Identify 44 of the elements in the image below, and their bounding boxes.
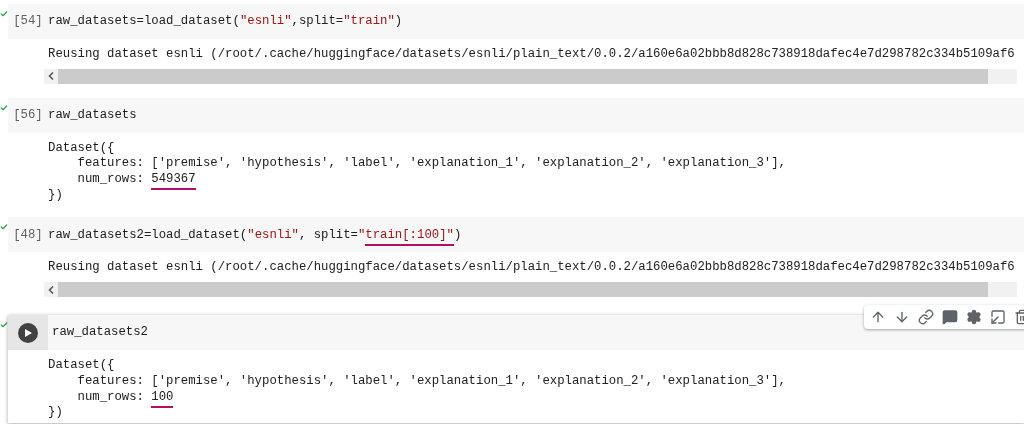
code-text: , split= xyxy=(298,227,358,244)
run-status-icon xyxy=(0,223,8,232)
code-text: "esnli" xyxy=(239,14,292,31)
code-text: ) xyxy=(394,14,403,31)
code-text: raw_datasets xyxy=(48,107,137,124)
run-status-icon xyxy=(0,321,8,330)
mirror-cell-icon[interactable] xyxy=(990,309,1006,326)
output-text: features: ['premise', 'hypothesis', 'label', 'explanation_1', 'explanation_2', 'explanation_3'], xyxy=(76,156,786,171)
output-text: num_rows: xyxy=(76,172,145,187)
execution-count: [48] xyxy=(13,226,43,244)
settings-icon[interactable] xyxy=(966,309,982,326)
execution-count: [54] xyxy=(13,13,43,31)
code-text: ,split= xyxy=(291,14,344,31)
output-text: Reusing dataset esnli (/root/.cache/huggingface/datasets/esnli/plain_text/0.0.2/a160e6a02bbb8d828c738918dafec4e7d298782c334b5109af6 xyxy=(48,260,1015,275)
scroll-left-icon[interactable] xyxy=(48,285,54,294)
code-text: "esnli" xyxy=(247,227,299,244)
code-text: " xyxy=(357,227,366,244)
code-text: raw_datasets2=load_dataset( xyxy=(48,227,248,244)
underlined-output-text: 549367 xyxy=(151,172,196,191)
notebook-cell[interactable]: [48] raw_datasets2=load_dataset("esnli", split="train[:100]") Reusing dataset esnli (/root/.cache/huggingface/datasets/esnli/plain_text/0.0.2/a160e6a02bbb8d828c738918dafec4e7d298782c334b5109af6 xyxy=(8,217,1024,306)
link-icon[interactable] xyxy=(918,309,934,326)
run-cell-button[interactable] xyxy=(18,322,38,343)
play-icon xyxy=(24,328,32,337)
notebook-cell[interactable]: [56] raw_datasets Dataset({ features: ['premise', 'hypothesis', 'label', 'explanation_1', 'explanation_2', 'explanation_3'], num_rows: 549367 }) xyxy=(8,97,1024,212)
comment-icon[interactable] xyxy=(942,309,958,326)
output-text: }) xyxy=(48,405,63,420)
output-text: }) xyxy=(48,187,63,202)
code-text: ) xyxy=(453,227,462,244)
notebook-cell[interactable]: raw_datasets2 Dataset({ features: ['premise', 'hypothesis', 'label', 'explanation_1', 'explanation_2', 'explanation_3'], num_rows: 100 }) xyxy=(8,315,1024,423)
underlined-code-text: train[:100]" xyxy=(365,227,454,246)
output-text: Dataset({ xyxy=(48,140,115,155)
scroll-left-icon[interactable] xyxy=(48,72,54,81)
code-text: raw_datasets2 xyxy=(52,325,148,342)
run-status-icon xyxy=(0,10,8,18)
notebook-cell[interactable]: [54] raw_datasets=load_dataset("esnli",split="train") Reusing dataset esnli (/root/.cache/huggingface/datasets/esnli/plain_text/0.0.2/a160e6a02bbb8d828c738918dafec4e7d298782c334b5109af6 xyxy=(8,4,1024,92)
output-text: Reusing dataset esnli (/root/.cache/huggingface/datasets/esnli/plain_text/0.0.2/a160e6a02bbb8d828c738918dafec4e7d298782c334b5109af6 xyxy=(48,47,1015,61)
run-status-icon xyxy=(0,103,8,112)
code-text: "train" xyxy=(343,14,395,31)
output-text: features: ['premise', 'hypothesis', 'label', 'explanation_1', 'explanation_2', 'explanation_3'], xyxy=(76,373,786,388)
output-text: Dataset({ xyxy=(48,358,115,373)
underlined-output-text: 100 xyxy=(151,389,174,408)
execution-count: [56] xyxy=(13,106,43,124)
output-text: num_rows: xyxy=(76,389,145,404)
code-text: raw_datasets=load_dataset( xyxy=(48,14,240,31)
